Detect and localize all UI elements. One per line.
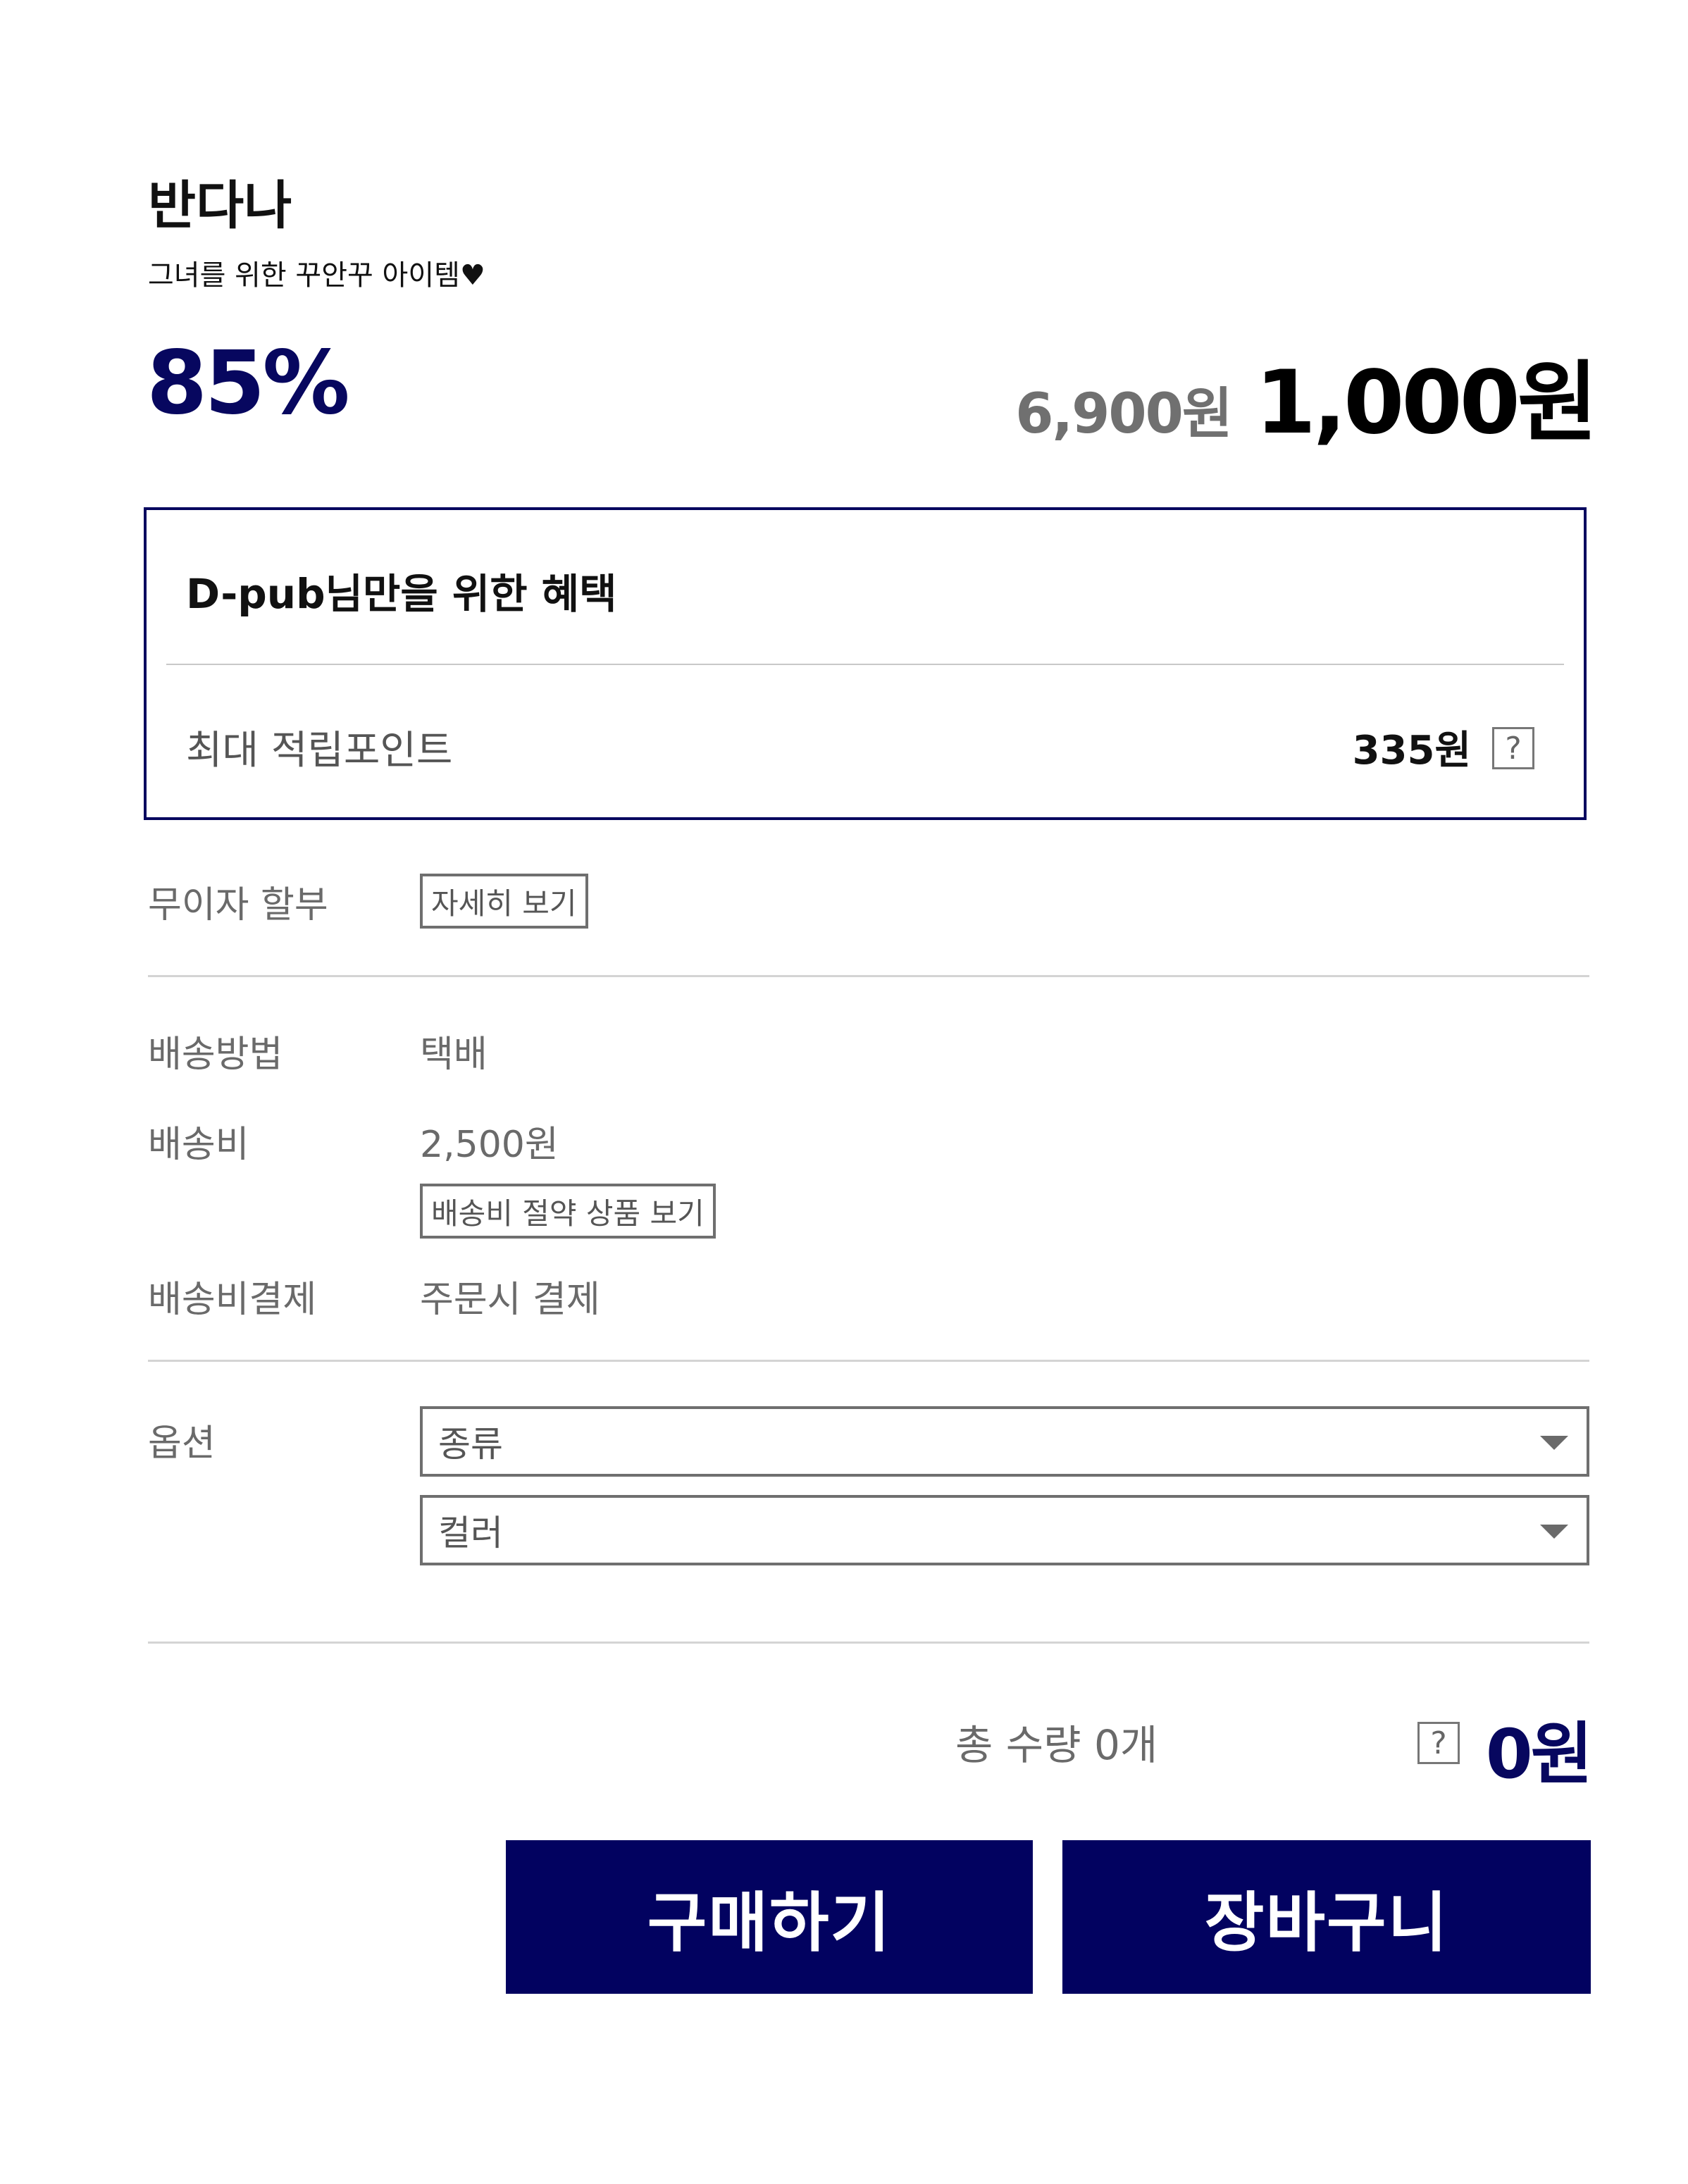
member-benefit-box: D-pub님만을 위한 혜택 최대 적립포인트 335원 ? — [144, 507, 1587, 820]
option-color-value: 컬러 — [438, 1513, 503, 1553]
sale-price: 1,000원 — [1255, 352, 1598, 454]
options-label: 옵션 — [148, 1422, 216, 1465]
chevron-down-icon — [1540, 1436, 1568, 1450]
chevron-down-icon — [1540, 1525, 1568, 1539]
max-point-value: 335원 — [1352, 728, 1471, 774]
point-help-icon[interactable]: ? — [1492, 727, 1534, 769]
total-quantity: 총 수량 0개 — [955, 1721, 1158, 1769]
price-row: 6,900원 1,000원 — [1015, 331, 1598, 458]
installment-detail-button[interactable]: 자세히 보기 — [420, 874, 588, 929]
total-help-icon[interactable]: ? — [1417, 1722, 1460, 1764]
option-type-value: 종류 — [438, 1424, 503, 1465]
shipping-fee-value: 2,500원 — [420, 1124, 559, 1166]
original-price: 6,900원 — [1015, 383, 1232, 446]
total-price: 0원 — [1485, 1715, 1593, 1794]
max-point-label: 최대 적립포인트 — [186, 728, 453, 774]
shipping-save-products-button[interactable]: 배송비 절약 상품 보기 — [420, 1184, 716, 1239]
option-type-select[interactable]: 종류 — [420, 1406, 1589, 1477]
shipping-payment-value: 주문시 결제 — [420, 1279, 600, 1321]
benefit-divider — [166, 664, 1564, 665]
divider — [148, 1642, 1589, 1644]
shipping-payment-label: 배송비결제 — [148, 1279, 317, 1321]
divider — [148, 1360, 1589, 1362]
product-title: 반다나 — [148, 175, 292, 236]
benefit-title: D-pub님만을 위한 혜택 — [186, 570, 617, 618]
shipping-method-label: 배송방법 — [148, 1034, 283, 1076]
installment-label: 무이자 할부 — [148, 884, 328, 926]
option-color-select[interactable]: 컬러 — [420, 1495, 1589, 1565]
cart-button[interactable]: 장바구니 — [1062, 1840, 1591, 1994]
shipping-method-value: 택배 — [420, 1034, 488, 1076]
buy-button[interactable]: 구매하기 — [506, 1840, 1033, 1994]
product-tagline: 그녀를 위한 꾸안꾸 아이템♥ — [148, 259, 485, 292]
discount-rate: 85% — [147, 333, 350, 434]
shipping-fee-label: 배송비 — [148, 1124, 249, 1166]
divider — [148, 975, 1589, 977]
